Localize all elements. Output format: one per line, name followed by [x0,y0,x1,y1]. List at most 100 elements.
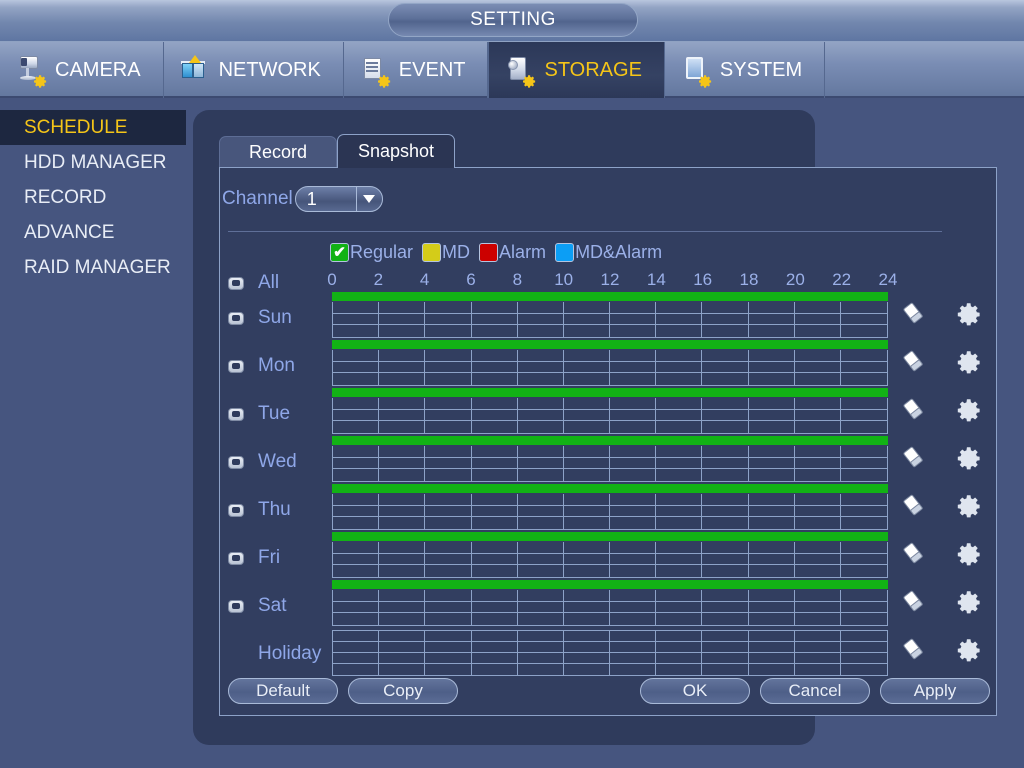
timeline-cell[interactable] [749,613,795,625]
timeline-cell[interactable] [425,313,472,326]
timeline-cell[interactable] [610,642,657,653]
timeline-cell[interactable] [748,590,795,602]
timeline-cell[interactable] [425,664,472,675]
timeline-cell[interactable] [702,409,749,422]
timeline-cell[interactable] [702,565,749,577]
timeline-cell[interactable] [656,350,703,362]
timeline-cell[interactable] [702,642,749,653]
timeline-cell[interactable] [472,373,518,385]
timeline-cell[interactable] [748,446,795,458]
timeline-cell[interactable] [379,325,426,337]
timeline-cell[interactable] [333,542,380,554]
timeline-cell[interactable] [425,302,472,314]
timeline-cell[interactable] [841,469,887,481]
timeline-cell[interactable] [379,542,426,554]
timeline-cell[interactable] [702,590,749,602]
timeline-cell[interactable] [794,631,841,642]
timeline-cell[interactable] [333,373,380,385]
timeline-cell[interactable] [425,601,472,614]
timeline-cell[interactable] [425,631,472,642]
timeline-cell[interactable] [794,653,841,664]
regular-period-bar[interactable] [332,340,888,349]
timeline-cell[interactable] [333,505,380,518]
eraser-icon[interactable] [900,637,928,665]
timeline-cell[interactable] [471,398,518,410]
timeline-cell[interactable] [702,469,749,481]
timeline-cell[interactable] [702,350,749,362]
timeline-cell[interactable] [471,302,518,314]
timeline-cell[interactable] [379,590,426,602]
timeline-cell[interactable] [517,446,564,458]
timeline-cell[interactable] [656,631,703,642]
timeline-cell[interactable] [564,613,610,625]
regular-period-bar[interactable] [332,388,888,397]
timeline-cell[interactable] [702,553,749,566]
copy-button[interactable]: Copy [348,678,458,704]
timeline-cell[interactable] [425,494,472,506]
timeline-cell[interactable] [425,653,472,664]
timeline-cell[interactable] [656,517,703,529]
timeline-cell[interactable] [471,642,518,653]
timeline-cell[interactable] [610,421,657,433]
timeline-cell[interactable] [749,565,795,577]
timeline-cell[interactable] [333,601,380,614]
timeline-cell[interactable] [379,469,426,481]
timeline-cell[interactable] [610,653,657,664]
timeline-cell[interactable] [425,457,472,470]
timeline-cell[interactable] [564,373,610,385]
timeline-cell[interactable] [471,457,518,470]
timeline-cell[interactable] [656,325,703,337]
timeline-cell[interactable] [471,409,518,422]
timeline-cell[interactable] [471,446,518,458]
timeline-cell[interactable] [702,457,749,470]
checkbox-fri[interactable] [228,551,244,565]
timeline-cell[interactable] [702,302,749,314]
timeline-cell[interactable] [656,601,703,614]
timeline-cell[interactable] [472,664,518,675]
timeline-cell[interactable] [472,325,518,337]
timeline-cell[interactable] [749,421,795,433]
nav-tab-storage[interactable]: STORAGE [488,42,665,98]
timeline-cell[interactable] [379,302,426,314]
timeline-cell[interactable] [425,517,472,529]
timeline-cell[interactable] [840,410,887,422]
timeline-cell[interactable] [333,653,380,664]
timeline-grid[interactable] [332,350,888,386]
timeline-cell[interactable] [840,350,887,362]
timeline-cell[interactable] [749,325,795,337]
timeline-grid[interactable] [332,446,888,482]
timeline-cell[interactable] [610,302,657,314]
timeline-cell[interactable] [333,590,380,602]
timeline-grid[interactable] [332,590,888,626]
timeline-cell[interactable] [333,613,380,625]
timeline-cell[interactable] [840,494,887,506]
timeline-cell[interactable] [795,565,841,577]
timeline-cell[interactable] [610,457,657,470]
timeline-cell[interactable] [656,542,703,554]
timeline-cell[interactable] [748,553,795,566]
timeline-cell[interactable] [610,590,657,602]
timeline-cell[interactable] [333,325,380,337]
timeline-cell[interactable] [841,373,887,385]
timeline-cell[interactable] [794,542,841,554]
timeline-cell[interactable] [841,613,887,625]
timeline-cell[interactable] [425,469,472,481]
timeline-cell[interactable] [656,302,703,314]
gear-icon[interactable] [956,349,984,377]
timeline-cell[interactable] [610,350,657,362]
timeline-cell[interactable] [471,494,518,506]
timeline-cell[interactable] [656,398,703,410]
legend-item-regular[interactable]: ✔ Regular [330,242,413,263]
timeline-cell[interactable] [610,553,657,566]
all-checkbox[interactable] [228,276,244,290]
timeline-cell[interactable] [379,350,426,362]
timeline-cell[interactable] [656,505,703,518]
eraser-icon[interactable] [900,541,928,569]
checkbox-thu[interactable] [228,503,244,517]
legend-item-alarm[interactable]: Alarm [479,242,546,263]
timeline-cell[interactable] [563,302,610,314]
timeline-cell[interactable] [794,553,841,566]
timeline-cell[interactable] [702,325,749,337]
legend-item-md-and-alarm[interactable]: MD&Alarm [555,242,662,263]
timeline-cell[interactable] [656,313,703,326]
